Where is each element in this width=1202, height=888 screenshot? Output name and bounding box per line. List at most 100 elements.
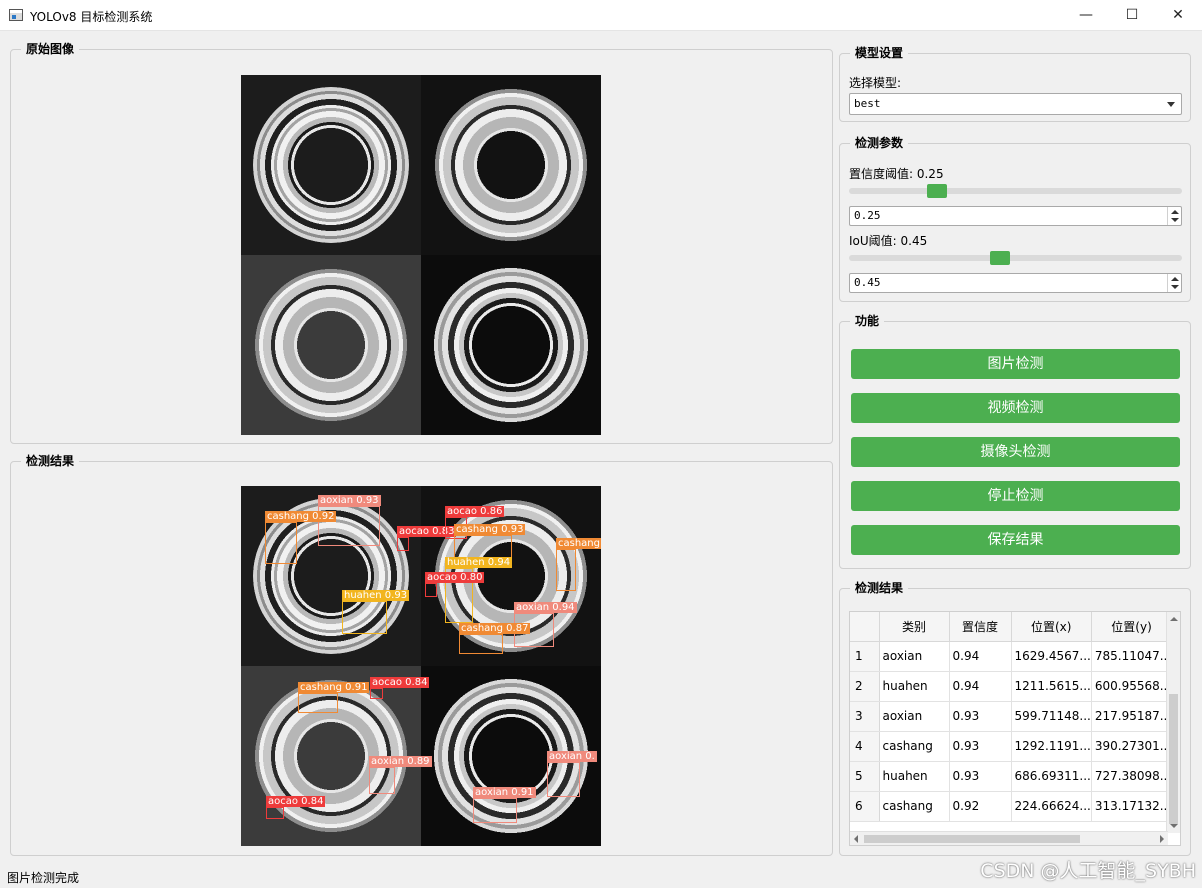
table-row[interactable]: 1 aoxian 0.94 1629.4567... 785.11047... (850, 641, 1173, 672)
iou-value: 0.45 (854, 276, 881, 289)
confidence-slider-handle[interactable] (927, 184, 948, 198)
column-header-y[interactable]: 位置(y) (1091, 612, 1173, 642)
detection-box: cashang 0.91 (298, 682, 370, 713)
row-number[interactable]: 3 (850, 701, 880, 732)
confidence-cell[interactable]: 0.93 (949, 701, 1012, 732)
detection-label: cashang 0.92 (265, 511, 337, 522)
row-number[interactable]: 2 (850, 671, 880, 702)
position-y-cell[interactable]: 600.95568... (1091, 671, 1173, 702)
detection-label: cashang 0.87 (459, 623, 531, 634)
bearing-quadrant (241, 75, 421, 255)
video-detect-button[interactable]: 视频检测 (851, 393, 1180, 423)
iou-slider[interactable] (849, 255, 1182, 261)
position-y-cell[interactable]: 390.27301... (1091, 731, 1173, 762)
column-header-confidence[interactable]: 置信度 (949, 612, 1012, 642)
iou-threshold-label: IoU阈值: 0.45 (849, 234, 928, 248)
spin-buttons[interactable] (1167, 207, 1181, 225)
position-x-cell[interactable]: 599.71148... (1011, 701, 1092, 732)
vertical-scrollbar[interactable] (1166, 612, 1180, 833)
detection-label: aocao 0.80 (425, 572, 485, 583)
maximize-button[interactable]: ☐ (1109, 0, 1155, 31)
position-x-cell[interactable]: 686.69311... (1011, 761, 1092, 792)
results-table[interactable]: 类别 置信度 位置(x) 位置(y) 1 aoxian 0.94 1629.4567.… (849, 611, 1181, 846)
close-button[interactable]: ✕ (1155, 0, 1201, 31)
column-header-x[interactable]: 位置(x) (1011, 612, 1092, 642)
result-image-title: 检测结果 (21, 453, 80, 469)
title-bar: YOLOv8 目标检测系统 — ☐ ✕ (0, 0, 1202, 31)
corner-header[interactable] (850, 612, 880, 642)
confidence-cell[interactable]: 0.92 (949, 791, 1012, 822)
horizontal-scrollbar[interactable] (850, 831, 1168, 845)
chevron-down-icon (1167, 102, 1175, 107)
position-x-cell[interactable]: 224.66624... (1011, 791, 1092, 822)
table-row[interactable]: 4 cashang 0.93 1292.1191... 390.27301... (850, 731, 1173, 762)
detection-label: aoxian 0.89 (369, 756, 432, 767)
position-y-cell[interactable]: 785.11047... (1091, 641, 1173, 672)
bearing-quadrant (421, 255, 601, 435)
detection-label: huahen 0.93 (342, 590, 410, 601)
column-header-class[interactable]: 类别 (879, 612, 950, 642)
confidence-slider[interactable] (849, 188, 1182, 194)
position-x-cell[interactable]: 1211.5615... (1011, 671, 1092, 702)
scroll-thumb[interactable] (864, 835, 1080, 843)
position-x-cell[interactable]: 1292.1191... (1011, 731, 1092, 762)
scroll-up-icon[interactable] (1170, 617, 1178, 621)
class-cell[interactable]: huahen (879, 671, 950, 702)
confidence-spinbox[interactable]: 0.25 (849, 206, 1182, 226)
scroll-right-icon[interactable] (1160, 835, 1164, 843)
detection-label: aocao 0.86 (445, 506, 505, 517)
confidence-cell[interactable]: 0.93 (949, 761, 1012, 792)
class-cell[interactable]: cashang (879, 791, 950, 822)
scroll-left-icon[interactable] (854, 835, 858, 843)
detection-label: aocao 0.84 (370, 677, 430, 688)
spin-up-icon[interactable] (1171, 210, 1179, 214)
save-results-button[interactable]: 保存结果 (851, 525, 1180, 555)
class-cell[interactable]: huahen (879, 761, 950, 792)
position-x-cell[interactable]: 1629.4567... (1011, 641, 1092, 672)
detection-label: aoxian 0.93 (318, 495, 381, 506)
class-cell[interactable]: aoxian (879, 641, 950, 672)
confidence-cell[interactable]: 0.93 (949, 731, 1012, 762)
confidence-cell[interactable]: 0.94 (949, 671, 1012, 702)
table-row[interactable]: 3 aoxian 0.93 599.71148... 217.95187... (850, 701, 1173, 732)
confidence-value: 0.25 (854, 209, 881, 222)
bearing-image (433, 87, 589, 243)
iou-spinbox[interactable]: 0.45 (849, 273, 1182, 293)
spin-up-icon[interactable] (1171, 277, 1179, 281)
table-row[interactable]: 5 huahen 0.93 686.69311... 727.38098... (850, 761, 1173, 792)
original-image-title: 原始图像 (21, 41, 80, 57)
table-row[interactable]: 6 cashang 0.92 224.66624... 313.17132... (850, 791, 1173, 822)
stop-detect-button[interactable]: 停止检测 (851, 481, 1180, 511)
minimize-button[interactable]: — (1063, 0, 1109, 31)
image-detect-button[interactable]: 图片检测 (851, 349, 1180, 379)
detection-box: aocao 0.84 (266, 796, 326, 819)
detection-box: aocao 0.84 (370, 677, 430, 699)
row-number[interactable]: 5 (850, 761, 880, 792)
spin-down-icon[interactable] (1171, 285, 1179, 289)
detection-box: aocao 0.80 (425, 572, 485, 597)
model-select[interactable]: best (849, 93, 1182, 115)
bearing-image (253, 87, 409, 243)
position-y-cell[interactable]: 217.95187... (1091, 701, 1173, 732)
table-row[interactable]: 2 huahen 0.94 1211.5615... 600.95568... (850, 671, 1173, 702)
detection-label: aoxian 0.94 (514, 602, 577, 613)
camera-detect-button[interactable]: 摄像头检测 (851, 437, 1180, 467)
position-y-cell[interactable]: 313.17132... (1091, 791, 1173, 822)
row-number[interactable]: 1 (850, 641, 880, 672)
scroll-thumb[interactable] (1169, 694, 1178, 824)
row-number[interactable]: 4 (850, 731, 880, 762)
detection-label: cashang 0.93 (454, 524, 526, 535)
class-cell[interactable]: cashang (879, 731, 950, 762)
bearing-image (253, 267, 409, 423)
spin-down-icon[interactable] (1171, 218, 1179, 222)
detection-label: aocao 0.84 (266, 796, 326, 807)
bearing-quadrant (241, 255, 421, 435)
iou-slider-handle[interactable] (989, 251, 1010, 265)
scroll-down-icon[interactable] (1170, 824, 1178, 828)
detection-label: cashang (556, 538, 601, 549)
spin-buttons[interactable] (1167, 274, 1181, 292)
class-cell[interactable]: aoxian (879, 701, 950, 732)
confidence-cell[interactable]: 0.94 (949, 641, 1012, 672)
row-number[interactable]: 6 (850, 791, 880, 822)
position-y-cell[interactable]: 727.38098... (1091, 761, 1173, 792)
